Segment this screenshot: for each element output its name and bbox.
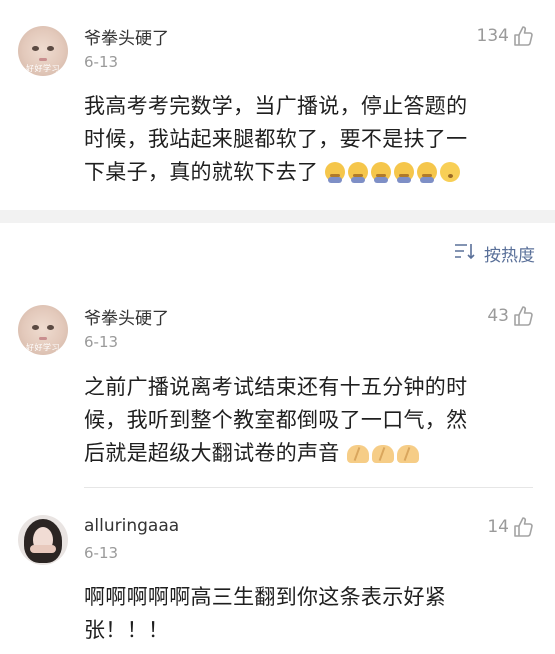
comment-text: 啊啊啊啊啊高三生翻到你这条表示好紧 张！！！ — [84, 581, 531, 647]
like-count: 43 — [487, 306, 509, 326]
comment-line: 候，我听到整个教室都倒吸了一口气，然 — [84, 408, 468, 432]
comment-line: 张！！！ — [84, 618, 170, 642]
like-button[interactable]: 14 — [487, 516, 533, 538]
avatar[interactable]: 好好学习 — [18, 26, 68, 76]
avatar[interactable] — [18, 515, 68, 565]
avatar-eye — [47, 46, 54, 51]
username[interactable]: 爷拳头硬了 — [84, 304, 169, 329]
username[interactable]: alluringaaa — [84, 516, 179, 536]
avatar-caption: 好好学习 — [26, 343, 60, 352]
thumbs-up-icon — [513, 516, 533, 538]
sort-label: 按热度 — [484, 246, 535, 266]
comment-text: 我高考考完数学，当广播说，停止答题的 时候，我站起来腿都软了，要不是扶了一 下桌… — [84, 90, 531, 189]
comment-date: 6-13 — [84, 544, 119, 562]
comment-line: 下桌子，真的就软下去了 — [84, 156, 531, 189]
comment-date: 6-13 — [84, 333, 119, 351]
comment-line-text: 下桌子，真的就软下去了 — [84, 160, 319, 184]
clap-emoji — [396, 445, 419, 463]
comment-line: 后就是超级大翻试卷的声音 — [84, 437, 531, 470]
comment-text: 之前广播说离考试结束还有十五分钟的时 候，我听到整个教室都倒吸了一口气，然 后就… — [84, 371, 531, 470]
comment-divider — [84, 487, 533, 488]
avatar-mouth — [39, 58, 47, 61]
like-count: 14 — [487, 517, 509, 537]
sad-face-emoji — [325, 162, 346, 183]
sort-icon — [454, 242, 476, 265]
sad-face-emoji — [371, 162, 392, 183]
sad-face-emoji — [394, 162, 415, 183]
comment-line-text: 后就是超级大翻试卷的声音 — [84, 441, 340, 465]
avatar-eye — [32, 325, 39, 330]
comment-date: 6-13 — [84, 53, 119, 71]
avatar-mouth — [39, 337, 47, 340]
comment-line: 啊啊啊啊啊高三生翻到你这条表示好紧 — [84, 585, 447, 609]
sort-toggle[interactable]: 按热度 — [454, 241, 535, 266]
avatar-eye — [47, 325, 54, 330]
avatar-caption: 好好学习 — [26, 64, 60, 73]
comment-line: 我高考考完数学，当广播说，停止答题的 — [84, 94, 468, 118]
clap-emoji — [346, 445, 369, 463]
like-count: 134 — [476, 26, 509, 46]
clap-emoji — [371, 445, 394, 463]
sad-face-emoji — [417, 162, 438, 183]
username[interactable]: 爷拳头硬了 — [84, 24, 169, 49]
avatar[interactable]: 好好学习 — [18, 305, 68, 355]
comment-line: 时候，我站起来腿都软了，要不是扶了一 — [84, 127, 468, 151]
comment-line: 之前广播说离考试结束还有十五分钟的时 — [84, 375, 468, 399]
sad-face-emoji — [348, 162, 369, 183]
thumbs-up-icon — [513, 25, 533, 47]
avatar-eye — [32, 46, 39, 51]
thumbs-up-icon — [513, 305, 533, 327]
like-button[interactable]: 134 — [477, 25, 533, 47]
section-separator — [0, 210, 555, 223]
like-button[interactable]: 43 — [487, 305, 533, 327]
avatar-hand — [30, 545, 56, 553]
thinking-face-emoji — [440, 162, 461, 182]
